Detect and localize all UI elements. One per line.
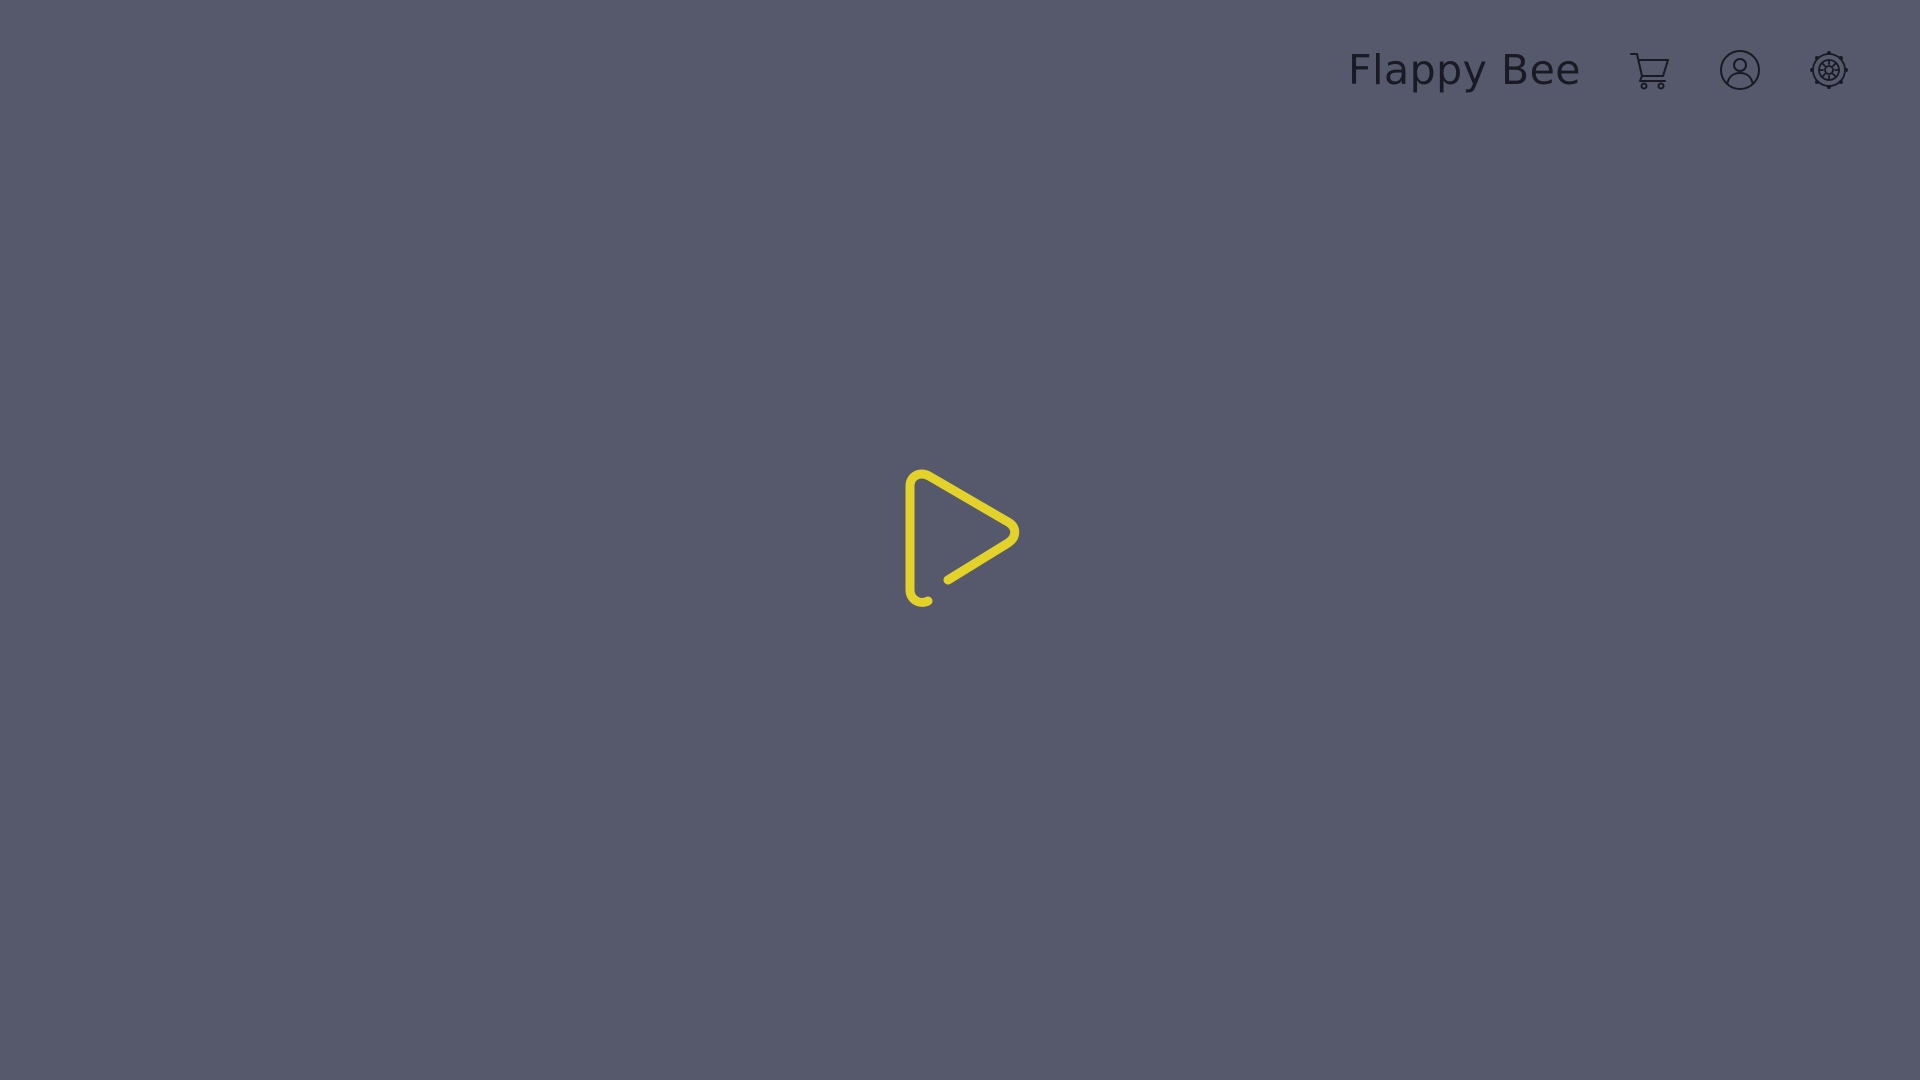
settings-button[interactable] — [1807, 48, 1851, 92]
play-button[interactable] — [890, 464, 1030, 614]
play-icon — [905, 469, 1020, 607]
gear-icon — [1810, 51, 1848, 89]
cart-icon — [1630, 53, 1669, 90]
profile-button[interactable] — [1718, 48, 1762, 92]
top-bar: Flappy Bee — [0, 0, 1920, 150]
user-circle-icon — [1720, 50, 1760, 90]
cart-button[interactable] — [1628, 48, 1672, 92]
app-title: Flappy Bee — [1348, 46, 1582, 94]
